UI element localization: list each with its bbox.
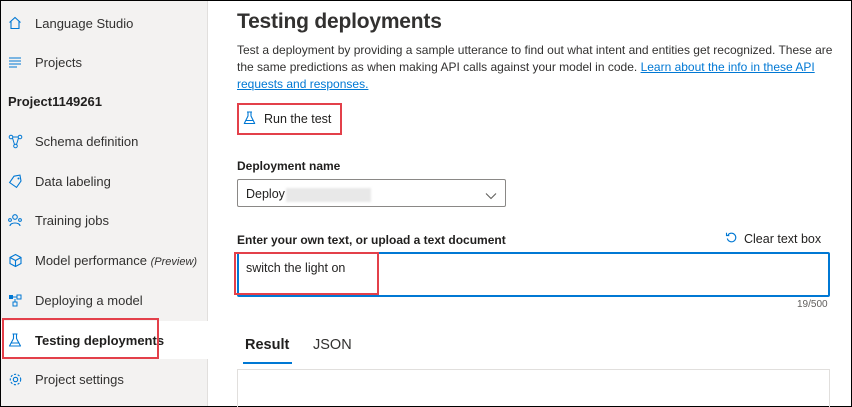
deployment-name-value: Deploy xyxy=(246,187,285,201)
cube-icon xyxy=(7,252,23,268)
sidebar-item-language-studio[interactable]: Language Studio xyxy=(1,4,208,42)
deployment-name-dropdown[interactable]: Deploy xyxy=(237,179,506,207)
utterance-text-input[interactable]: switch the light on xyxy=(237,252,830,297)
deployment-name-label: Deployment name xyxy=(237,159,341,173)
sidebar-item-model-performance[interactable]: Model performance (Preview) xyxy=(1,241,208,279)
sidebar-item-label: Deploying a model xyxy=(35,292,143,308)
tab-result[interactable]: Result xyxy=(245,337,289,353)
sidebar-item-label: Language Studio xyxy=(35,15,134,31)
sidebar: Language Studio Projects Project1149261 … xyxy=(1,1,208,406)
redacted-text xyxy=(286,188,371,202)
sidebar-item-label: Data labeling xyxy=(35,173,111,189)
sidebar-item-deploying-a-model[interactable]: Deploying a model xyxy=(1,281,208,319)
schema-icon xyxy=(7,133,23,149)
sidebar-item-label: Testing deployments xyxy=(35,332,165,348)
sidebar-item-project-settings[interactable]: Project settings xyxy=(1,360,208,398)
sidebar-item-label: Model performance (Preview) xyxy=(35,252,198,268)
sidebar-item-testing-deployments[interactable]: Testing deployments xyxy=(1,321,208,359)
preview-tag: (Preview) xyxy=(150,255,198,268)
sidebar-item-label: Schema definition xyxy=(35,133,139,149)
page-title: Testing deployments xyxy=(237,10,442,33)
run-test-label: Run the test xyxy=(264,112,332,126)
character-count: 19/500 xyxy=(797,299,828,310)
tab-json[interactable]: JSON xyxy=(313,337,352,353)
result-panel xyxy=(237,369,830,407)
home-icon xyxy=(7,15,23,31)
active-tab-indicator xyxy=(243,362,292,364)
sidebar-item-projects[interactable]: Projects xyxy=(1,43,208,81)
gear-icon xyxy=(7,371,23,387)
sidebar-item-data-labeling[interactable]: Data labeling xyxy=(1,162,208,200)
deploy-icon xyxy=(7,292,23,308)
page-description: Test a deployment by providing a sample … xyxy=(237,43,833,91)
utterance-text-value: switch the light on xyxy=(246,261,346,275)
text-input-label: Enter your own text, or upload a text do… xyxy=(237,233,506,247)
list-icon xyxy=(7,54,23,70)
clear-text-box-button[interactable]: Clear text box xyxy=(725,231,821,247)
sidebar-item-label: Projects xyxy=(35,54,82,70)
beaker-icon xyxy=(7,332,23,348)
sidebar-item-schema-definition[interactable]: Schema definition xyxy=(1,122,208,160)
tag-icon xyxy=(7,173,23,189)
clear-text-box-label: Clear text box xyxy=(744,232,822,246)
sidebar-item-label: Project settings xyxy=(35,371,124,387)
sidebar-item-label: Training jobs xyxy=(35,212,109,228)
chevron-down-icon xyxy=(485,188,497,203)
training-icon xyxy=(7,212,23,228)
run-test-button[interactable]: Run the test xyxy=(243,109,331,129)
beaker-icon xyxy=(243,110,256,128)
project-name: Project1149261 xyxy=(8,94,102,109)
main-content: Testing deployments Test a deployment by… xyxy=(209,1,851,407)
undo-icon xyxy=(725,231,738,247)
sidebar-item-training-jobs[interactable]: Training jobs xyxy=(1,201,208,239)
